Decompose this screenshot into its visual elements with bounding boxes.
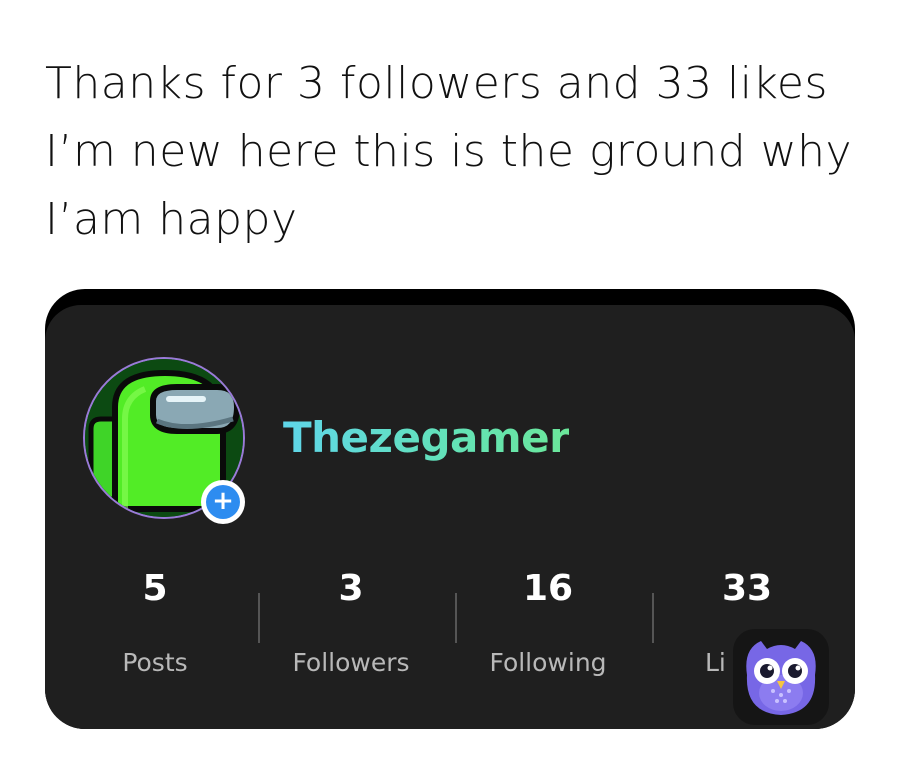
stat-followers-value: 3 <box>338 568 364 609</box>
stat-divider <box>652 593 654 643</box>
stat-following-label: Following <box>489 648 607 677</box>
stat-followers[interactable]: 3 Followers <box>261 565 441 679</box>
plus-icon: + <box>206 485 240 519</box>
stat-divider <box>455 593 457 643</box>
stat-posts[interactable]: 5 Posts <box>65 565 245 679</box>
stat-followers-label: Followers <box>292 648 410 677</box>
add-story-button[interactable]: + <box>201 480 245 524</box>
stat-likes-value: 33 <box>721 568 773 609</box>
stat-posts-value: 5 <box>142 568 168 609</box>
stat-following[interactable]: 16 Following <box>458 565 638 679</box>
owl-app-icon <box>733 629 829 725</box>
profile-screenshot: + Thezegamer 5 Posts 3 Followers 16 Foll… <box>45 289 855 729</box>
stat-divider <box>258 593 260 643</box>
username: Thezegamer <box>283 413 570 462</box>
profile-card: + Thezegamer 5 Posts 3 Followers 16 Foll… <box>45 305 855 729</box>
stat-following-value: 16 <box>522 568 574 609</box>
stat-posts-label: Posts <box>122 648 188 677</box>
post-caption: Thanks for 3 followers and 33 likes I’m … <box>45 58 853 245</box>
